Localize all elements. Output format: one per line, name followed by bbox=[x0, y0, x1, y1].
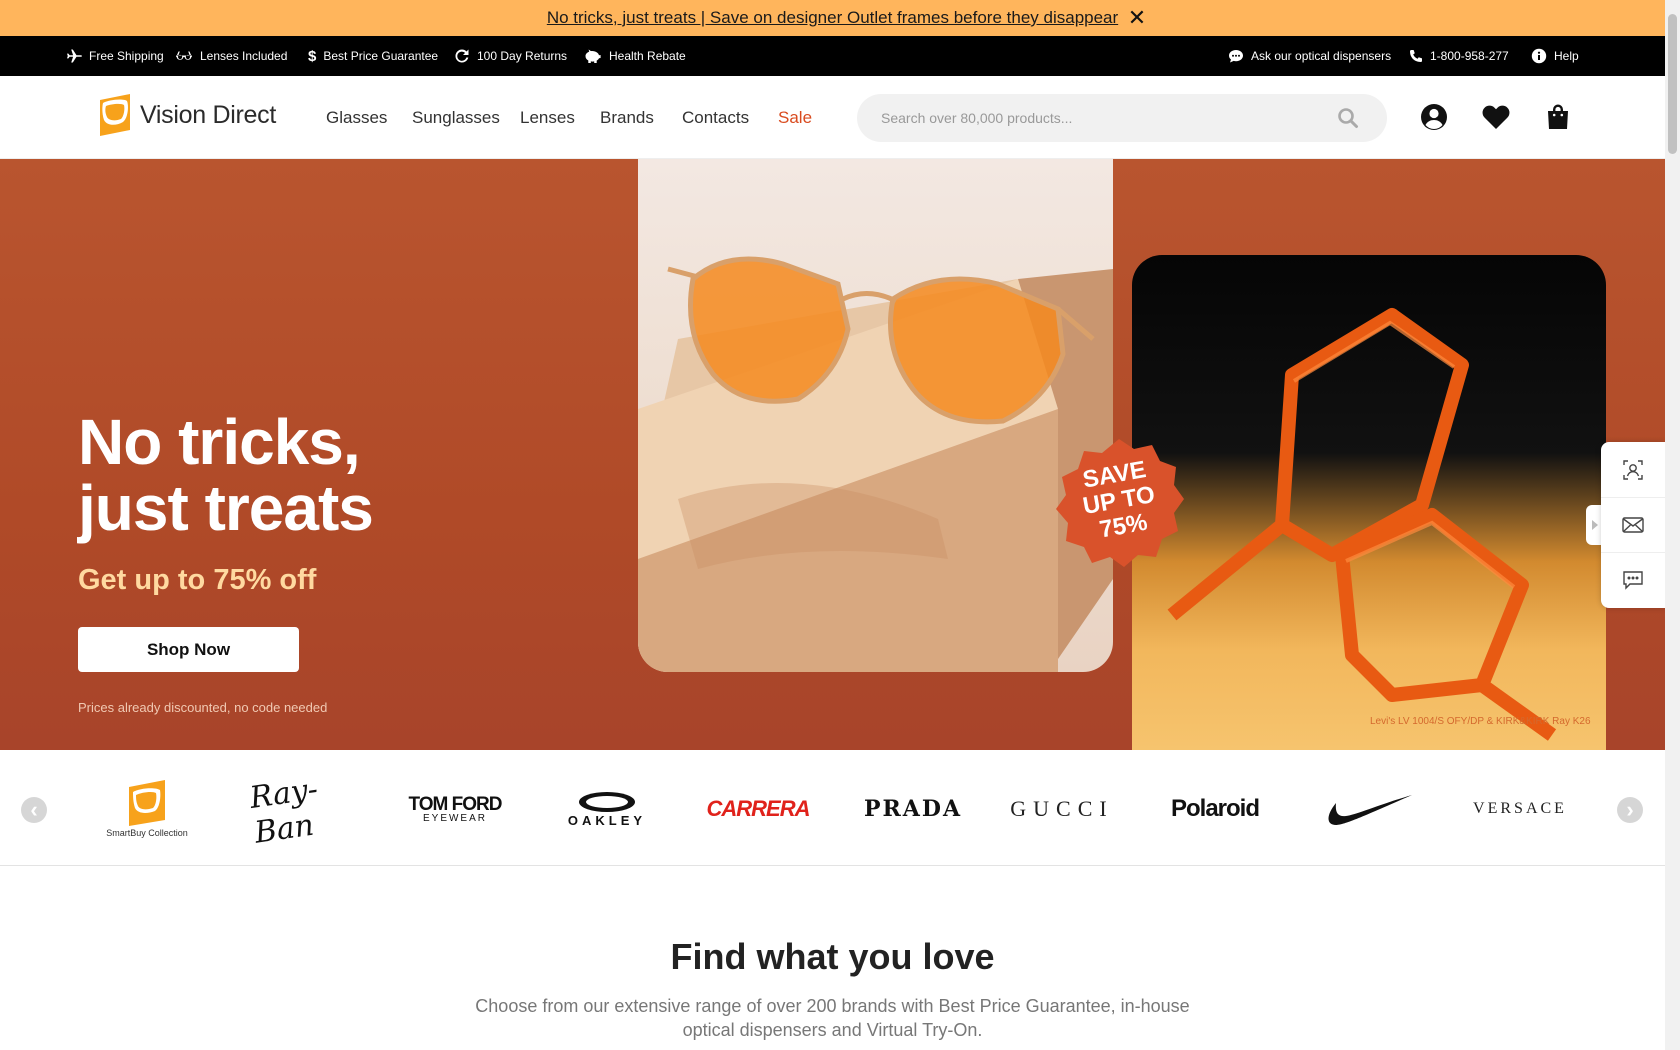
search-icon[interactable] bbox=[1337, 107, 1359, 129]
close-icon[interactable]: ✕ bbox=[1127, 7, 1147, 29]
nav-contacts[interactable]: Contacts bbox=[682, 76, 749, 159]
phone-icon bbox=[1410, 49, 1422, 62]
logo-icon bbox=[100, 94, 130, 136]
shop-now-button[interactable]: Shop Now bbox=[78, 627, 299, 672]
health-rebate-label: Health Rebate bbox=[609, 49, 686, 63]
phone-label: 1-800-958-277 bbox=[1430, 49, 1509, 63]
hero-subtitle: Get up to 75% off bbox=[78, 564, 317, 596]
page: No tricks, just treats | Save on designe… bbox=[0, 0, 1680, 1050]
free-shipping-label: Free Shipping bbox=[89, 49, 164, 63]
glasses-icon bbox=[176, 51, 192, 60]
best-price-label: Best Price Guarantee bbox=[323, 49, 439, 63]
brand-carousel: ‹ SmartBuy Collection Ray-Ban TOM FORD E… bbox=[0, 750, 1665, 866]
shopping-bag-icon[interactable] bbox=[1543, 102, 1573, 132]
chevron-right-icon: › bbox=[1626, 797, 1634, 822]
section-body: Choose from our extensive range of over … bbox=[475, 996, 1190, 1040]
scrollbar-thumb[interactable] bbox=[1668, 14, 1677, 154]
phone-number[interactable]: 1-800-958-277 bbox=[1408, 36, 1509, 76]
virtual-try-on-icon bbox=[1623, 459, 1643, 480]
brand-carrera[interactable]: CARRERA bbox=[706, 778, 811, 840]
nav-sale[interactable]: Sale bbox=[778, 76, 812, 159]
email-button[interactable] bbox=[1601, 497, 1665, 552]
nav-brands[interactable]: Brands bbox=[600, 76, 654, 159]
tom-ford-logo: TOM FORD bbox=[408, 793, 503, 815]
search-bar bbox=[857, 94, 1387, 142]
carousel-prev-button[interactable]: ‹ bbox=[21, 797, 47, 823]
health-rebate[interactable]: Health Rebate bbox=[584, 36, 686, 76]
tom-ford-eyewear: EYEWEAR bbox=[422, 812, 487, 824]
brand-nike[interactable] bbox=[1318, 778, 1418, 840]
nav-lenses[interactable]: Lenses bbox=[520, 76, 575, 159]
brand-oakley[interactable]: OAKLEY bbox=[557, 778, 657, 840]
caret-right-icon bbox=[1592, 520, 1598, 530]
chat-bubble-icon bbox=[1229, 49, 1243, 62]
100-day-returns[interactable]: 100 Day Returns bbox=[454, 36, 567, 76]
free-shipping[interactable]: Free Shipping bbox=[66, 36, 164, 76]
chat-icon bbox=[1623, 571, 1643, 590]
brand-polaroid[interactable]: Polaroid bbox=[1165, 778, 1265, 840]
return-icon bbox=[455, 49, 469, 63]
oakley-logo: OAKLEY bbox=[567, 812, 647, 828]
hero-banner: No tricks, just treats Get up to 75% off… bbox=[0, 159, 1665, 750]
brand-smartbuy[interactable]: SmartBuy Collection bbox=[104, 778, 190, 840]
brand-gucci[interactable]: GUCCI bbox=[1010, 778, 1114, 840]
ask-dispensers[interactable]: Ask our optical dispensers bbox=[1228, 36, 1391, 76]
hero-title-line1: No tricks, bbox=[78, 406, 361, 478]
help-label: Help bbox=[1554, 49, 1579, 63]
nav-sunglasses[interactable]: Sunglasses bbox=[412, 76, 500, 159]
frames-image bbox=[1132, 255, 1606, 750]
hero-note: Prices already discounted, no code neede… bbox=[78, 700, 328, 715]
ray-ban-logo: Ray-Ban bbox=[247, 771, 321, 851]
brand-versace[interactable]: VERSACE bbox=[1470, 778, 1570, 840]
hero-title: No tricks, just treats bbox=[78, 406, 374, 544]
nav-glasses[interactable]: Glasses bbox=[326, 76, 387, 159]
find-what-you-love-section: Find what you love Choose from our exten… bbox=[0, 866, 1665, 1050]
smartbuy-logo-icon bbox=[129, 780, 165, 826]
logo-text: Vision Direct bbox=[140, 100, 276, 129]
section-title: Find what you love bbox=[670, 936, 995, 977]
lenses-included-label: Lenses Included bbox=[200, 49, 288, 63]
side-widget bbox=[1601, 442, 1665, 608]
image-credit: Levi's LV 1004/S OFY/DP & KIRK&KIRK Ray … bbox=[1370, 716, 1591, 727]
best-price-guarantee[interactable]: $ Best Price Guarantee bbox=[308, 36, 438, 76]
search-input[interactable] bbox=[881, 94, 1321, 142]
sunglasses-image bbox=[638, 159, 1113, 672]
carrera-logo: CARRERA bbox=[706, 796, 811, 821]
lenses-included[interactable]: Lenses Included bbox=[175, 36, 287, 76]
chat-button[interactable] bbox=[1601, 552, 1665, 607]
piggy-bank-icon bbox=[585, 49, 601, 63]
virtual-try-on-button[interactable] bbox=[1601, 442, 1665, 497]
prada-logo: PRADA bbox=[863, 796, 963, 822]
account-icon[interactable] bbox=[1419, 102, 1449, 132]
dollar-icon: $ bbox=[308, 47, 317, 65]
utility-bar: Free Shipping Lenses Included $ Best Pri… bbox=[0, 36, 1665, 76]
versace-logo: VERSACE bbox=[1473, 800, 1567, 817]
carousel-next-button[interactable]: › bbox=[1617, 797, 1643, 823]
chevron-left-icon: ‹ bbox=[30, 797, 38, 822]
brand-smartbuy-label: SmartBuy Collection bbox=[106, 828, 188, 838]
brand-ray-ban[interactable]: Ray-Ban bbox=[248, 772, 352, 851]
help-link[interactable]: Help bbox=[1531, 36, 1579, 76]
returns-label: 100 Day Returns bbox=[477, 49, 568, 63]
gucci-logo: GUCCI bbox=[1010, 796, 1114, 821]
oakley-ellipse-icon bbox=[579, 791, 635, 812]
hero-title-line2: just treats bbox=[78, 472, 374, 544]
plane-icon bbox=[67, 49, 82, 63]
wishlist-heart-icon[interactable] bbox=[1481, 102, 1511, 132]
promo-link[interactable]: No tricks, just treats | Save on designe… bbox=[547, 8, 1118, 28]
page-scrollbar[interactable] bbox=[1665, 0, 1680, 1050]
brand-prada[interactable]: PRADA bbox=[858, 778, 968, 840]
logo[interactable]: Vision Direct bbox=[98, 94, 276, 136]
mail-icon bbox=[1622, 517, 1644, 533]
main-header: Vision Direct Glasses Sunglasses Lenses … bbox=[0, 76, 1665, 159]
brand-tom-ford[interactable]: TOM FORD EYEWEAR bbox=[405, 778, 505, 840]
ask-dispensers-label: Ask our optical dispensers bbox=[1251, 49, 1392, 63]
promo-banner: No tricks, just treats | Save on designe… bbox=[0, 0, 1665, 36]
polaroid-logo: Polaroid bbox=[1170, 795, 1260, 822]
info-icon bbox=[1531, 48, 1547, 64]
nike-swoosh-icon bbox=[1328, 795, 1412, 825]
